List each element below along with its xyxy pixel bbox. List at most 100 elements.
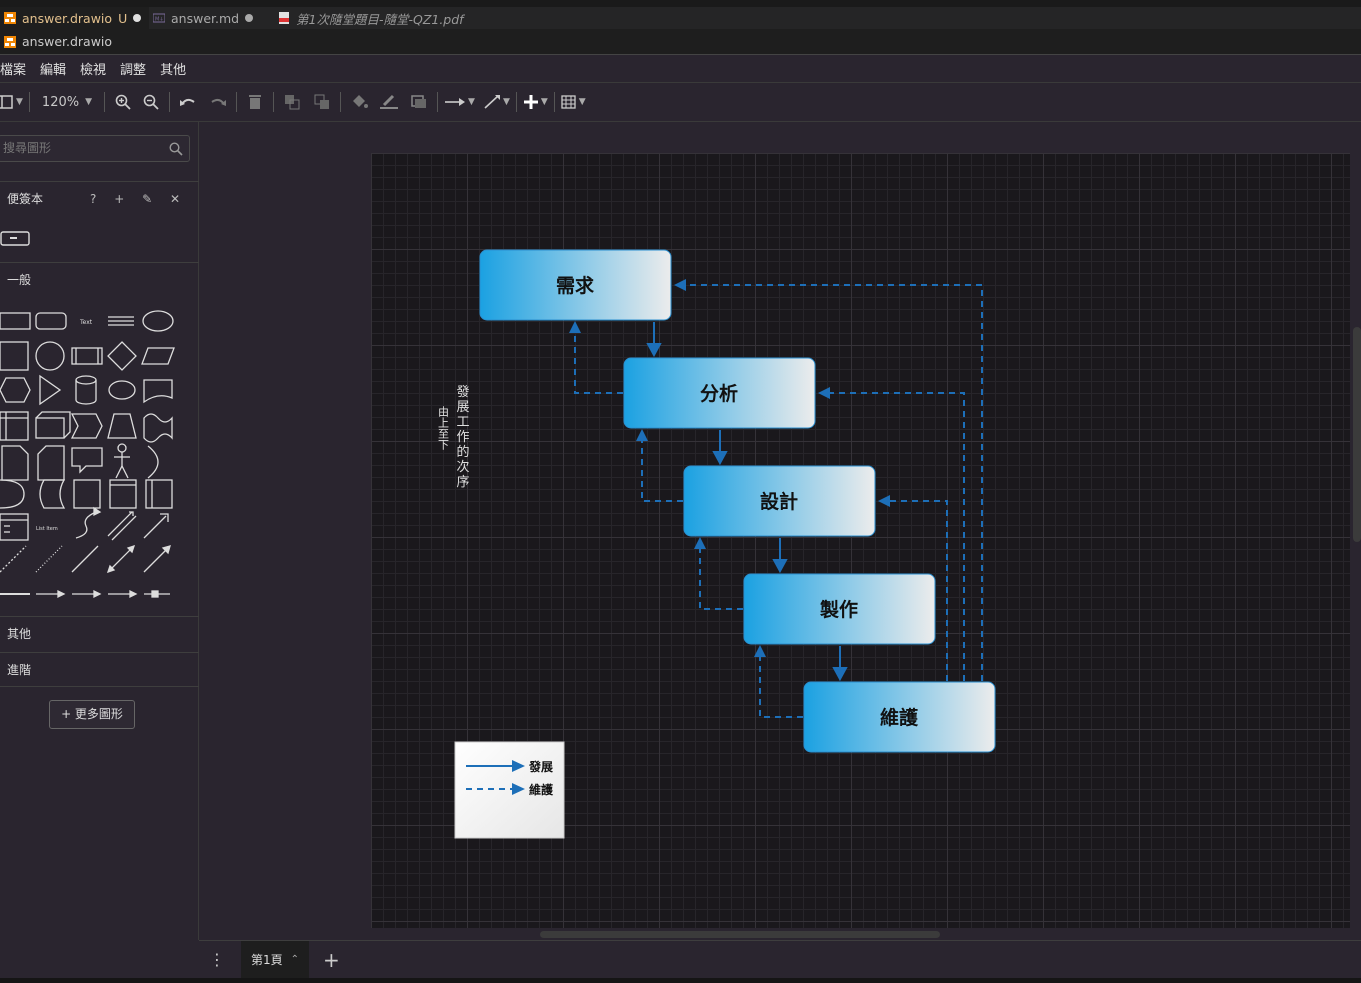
chevron-down-icon: ▼ [540, 97, 548, 107]
more-shapes-button[interactable]: + 更多圖形 [49, 700, 135, 729]
paint-bucket-icon [353, 95, 369, 108]
arrowhead-icon [754, 645, 766, 657]
breadcrumb-file[interactable]: answer.drawio [22, 34, 112, 49]
arrowhead-icon [772, 559, 788, 574]
trash-icon [249, 95, 262, 109]
node-label: 需求 [556, 274, 595, 297]
redo-button[interactable] [206, 90, 230, 114]
legend-dashed-label: 維護 [529, 782, 554, 797]
menu-extras[interactable]: 其他 [160, 59, 186, 78]
connection-button[interactable]: ▼ [444, 90, 475, 114]
diagram: 需求 分析 設計 製作 維護 發展工作的次序 由上至下 發展 維護 [437, 249, 996, 839]
sidebar-footer [0, 940, 199, 978]
node-analysis[interactable]: 分析 [623, 357, 816, 429]
tab-answer-drawio[interactable]: answer.drawio U [0, 7, 150, 29]
toolbar-divider [515, 92, 517, 112]
legend[interactable]: 發展 維護 [454, 741, 565, 839]
arrowhead-icon [832, 667, 848, 682]
section-label: 進階 [7, 663, 32, 677]
legend-solid-label: 發展 [528, 759, 553, 774]
arrowhead-icon [636, 429, 648, 441]
pdf-file-icon [279, 12, 289, 24]
vertical-subtitle[interactable]: 由上至下 [437, 405, 450, 451]
panel-icon [0, 95, 13, 109]
svg-text:M↓: M↓ [155, 17, 164, 23]
svg-text:List Item: List Item [36, 526, 58, 532]
node-design[interactable]: 設計 [683, 465, 876, 537]
arrowhead-icon [646, 343, 662, 358]
zoom-out-button[interactable] [139, 90, 163, 114]
section-misc[interactable]: 其他 [0, 616, 199, 651]
svg-text:Text: Text [79, 319, 93, 326]
vertical-title[interactable]: 發展工作的次序 [454, 385, 470, 490]
pencil-icon [380, 94, 399, 109]
search-input[interactable]: 搜尋圖形 [0, 135, 190, 162]
search-placeholder: 搜尋圖形 [3, 141, 52, 155]
maint-arrow [699, 547, 743, 610]
search-icon [169, 142, 183, 156]
node-label: 製作 [819, 598, 858, 621]
general-shapes-palette[interactable]: Text List Item [0, 300, 199, 610]
diagram-page[interactable]: 需求 分析 設計 製作 維護 發展工作的次序 由上至下 發展 維護 [371, 153, 1350, 928]
arrowhead-icon [818, 387, 830, 399]
format-panel-toggle[interactable]: ▼ [0, 90, 23, 114]
tab-pdf[interactable]: 第1次隨堂題目-隨堂-QZ1.pdf [270, 7, 472, 29]
page-menu-icon[interactable]: ⋮ [209, 950, 225, 969]
chevron-down-icon: ▼ [16, 97, 23, 107]
bring-to-front-icon [285, 95, 300, 110]
delete-button[interactable] [243, 90, 267, 114]
scratchpad-shape-icon[interactable] [0, 230, 32, 248]
node-implementation[interactable]: 製作 [743, 573, 936, 645]
zoom-select[interactable]: 120% ▼ [36, 90, 98, 114]
menu-edit[interactable]: 編輯 [40, 59, 66, 78]
zoom-out-icon [143, 94, 159, 110]
to-back-button[interactable] [310, 90, 334, 114]
toolbar-divider [169, 92, 171, 112]
chevron-down-icon: ▼ [578, 97, 586, 107]
section-advanced[interactable]: 進階 [0, 652, 199, 687]
diagonal-line-icon [484, 95, 500, 109]
tab-label: 第1次隨堂題目-隨堂-QZ1.pdf [296, 11, 464, 27]
section-general[interactable]: 一般 [0, 262, 199, 297]
tab-label: answer.md [171, 10, 240, 26]
horizontal-scrollbar[interactable] [540, 931, 940, 938]
arrow-right-icon [445, 98, 466, 106]
maint-arrow [574, 331, 623, 394]
undo-button[interactable] [176, 90, 200, 114]
vertical-scrollbar[interactable] [1353, 327, 1361, 542]
toolbar-divider [28, 92, 30, 112]
arrowhead-icon [674, 279, 686, 291]
to-front-button[interactable] [280, 90, 304, 114]
zoom-in-button[interactable] [111, 90, 135, 114]
section-scratchpad[interactable]: 便簽本 ? + ✎ ✕ [0, 181, 199, 216]
canvas-area[interactable]: 需求 分析 設計 製作 維護 發展工作的次序 由上至下 發展 維護 [199, 122, 1361, 940]
toolbar-divider [236, 92, 238, 112]
node-requirements[interactable]: 需求 [479, 249, 672, 321]
table-button[interactable]: ▼ [561, 90, 586, 114]
status-strip [0, 978, 1361, 983]
arrowhead-icon [569, 321, 581, 333]
maint-arrow [759, 655, 803, 718]
section-label: 其他 [7, 627, 32, 641]
toolbar-divider [104, 92, 106, 112]
tab-answer-md[interactable]: M↓ answer.md [145, 7, 261, 29]
page-tab[interactable]: 第1頁 ⌃ [241, 940, 310, 979]
section-label: 一般 [7, 273, 32, 287]
plus-icon [523, 95, 538, 109]
node-label: 維護 [880, 706, 919, 729]
toolbar-divider [273, 92, 275, 112]
toolbar-divider [437, 92, 439, 112]
redo-icon [211, 98, 227, 106]
menu-file[interactable]: 檔案 [0, 59, 26, 78]
node-maintenance[interactable]: 維護 [803, 681, 996, 753]
menu-arrange[interactable]: 調整 [120, 59, 146, 78]
scratchpad-tools[interactable]: ? + ✎ ✕ [90, 182, 187, 217]
shadow-button[interactable] [407, 90, 431, 114]
add-page-button[interactable]: + [323, 948, 340, 972]
fill-color-button[interactable] [347, 90, 371, 114]
line-color-button[interactable] [377, 90, 401, 114]
tab-label: answer.drawio [22, 10, 113, 26]
menu-view[interactable]: 檢視 [80, 59, 106, 78]
waypoints-button[interactable]: ▼ [483, 90, 510, 114]
insert-button[interactable]: ▼ [523, 90, 548, 114]
